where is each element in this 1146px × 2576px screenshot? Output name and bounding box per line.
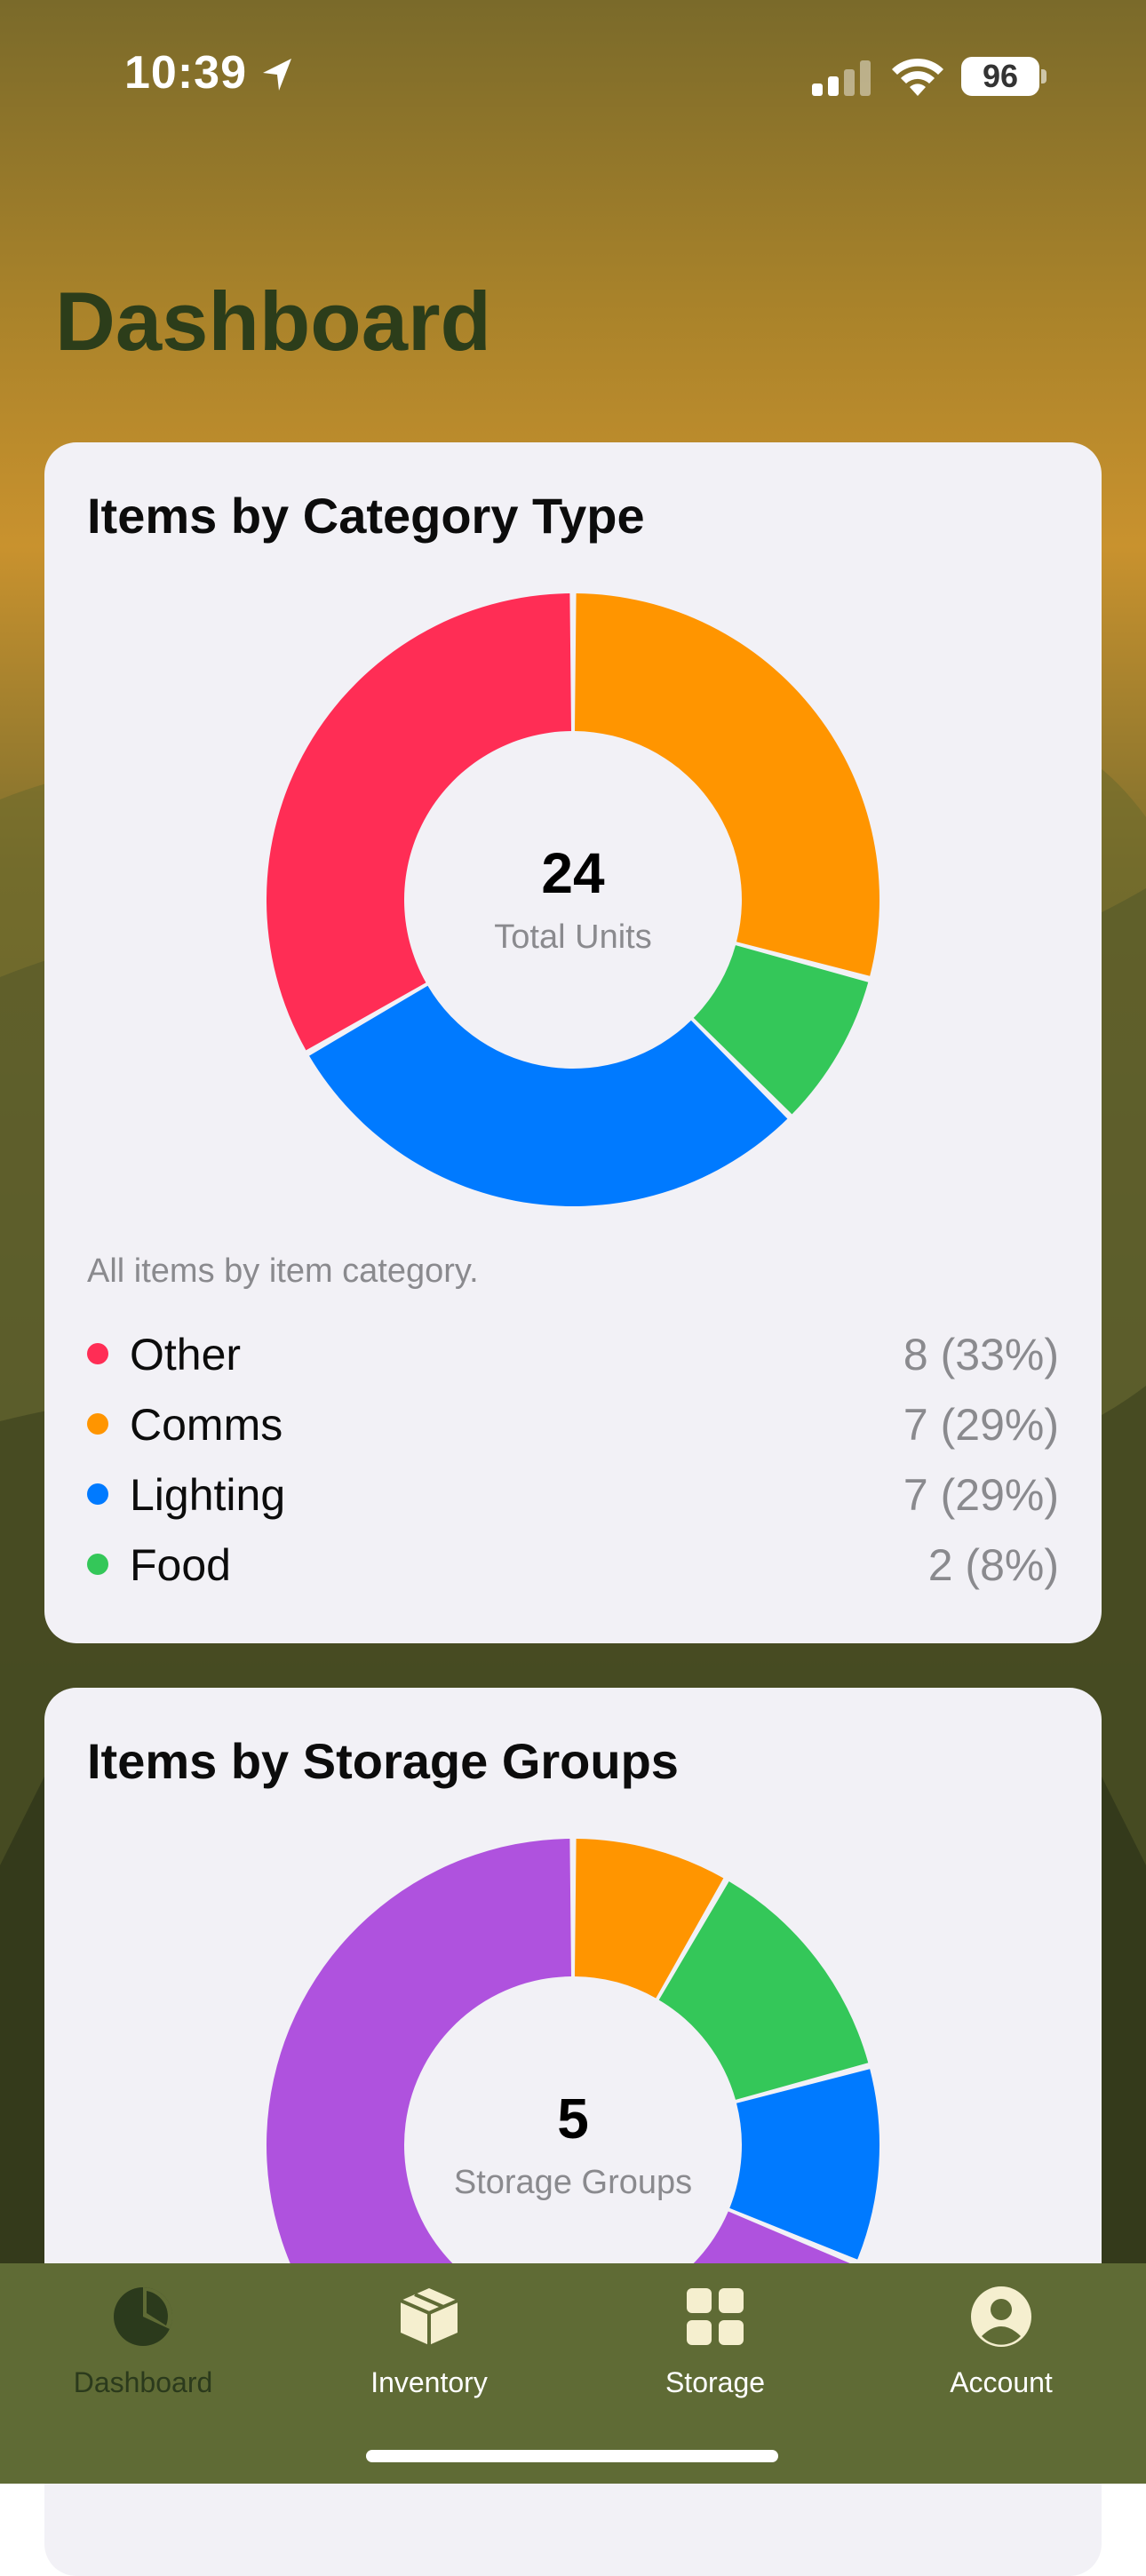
storage-groups-value: 5 <box>557 2087 589 2151</box>
tab-label: Storage <box>665 2366 766 2398</box>
legend-dot-lighting <box>87 1483 108 1505</box>
total-units-label: Total Units <box>494 918 652 956</box>
page-title: Dashboard <box>55 274 491 368</box>
tab-inventory[interactable]: Inventory <box>286 2263 572 2441</box>
home-indicator <box>366 2450 778 2462</box>
category-legend: Other 8 (33%) Comms 7 (29%) Lighting 7 (… <box>87 1322 1059 1602</box>
storage-card-title: Items by Storage Groups <box>87 1733 679 1789</box>
category-chart-card: Items by Category Type 24 Total Units Al… <box>44 442 1102 1643</box>
storage-groups-label: Storage Groups <box>453 2164 693 2201</box>
donut-slice-other <box>266 593 572 1051</box>
legend-dot-food <box>87 1554 108 1575</box>
pie-chart-icon <box>114 2286 173 2346</box>
legend-item-lighting: Lighting 7 (29%) <box>87 1462 1059 1532</box>
tab-label: Account <box>950 2366 1053 2398</box>
battery-icon: 96 <box>961 57 1039 96</box>
legend-value: 7 (29%) <box>903 1470 1059 1520</box>
total-units-value: 24 <box>541 841 605 905</box>
box-icon <box>400 2288 458 2345</box>
signal-bars-icon <box>812 60 871 96</box>
category-caption: All items by item category. <box>87 1252 479 1290</box>
tab-storage[interactable]: Storage <box>572 2263 858 2441</box>
status-time: 10:39 <box>124 47 247 99</box>
legend-label: Other <box>130 1330 242 1379</box>
person-circle-icon <box>971 2286 1031 2347</box>
battery-cap <box>1041 69 1047 83</box>
legend-value: 7 (29%) <box>903 1400 1059 1450</box>
legend-dot-other <box>87 1343 108 1364</box>
legend-label: Food <box>130 1540 231 1590</box>
category-card-title: Items by Category Type <box>87 488 645 544</box>
location-arrow-icon <box>263 59 291 91</box>
legend-dot-comms <box>87 1413 108 1435</box>
grid-icon <box>687 2288 744 2345</box>
legend-value: 8 (33%) <box>903 1330 1059 1379</box>
legend-label: Comms <box>130 1400 283 1450</box>
legend-item-other: Other 8 (33%) <box>87 1322 1059 1392</box>
legend-value: 2 (8%) <box>927 1540 1059 1590</box>
tab-label: Inventory <box>370 2366 488 2398</box>
tab-label: Dashboard <box>73 2366 213 2398</box>
legend-item-food: Food 2 (8%) <box>87 1532 1059 1602</box>
tab-dashboard[interactable]: Dashboard <box>0 2263 286 2441</box>
legend-item-comms: Comms 7 (29%) <box>87 1392 1059 1462</box>
status-bar: 10:39 96 <box>0 0 1146 151</box>
tab-account[interactable]: Account <box>858 2263 1144 2441</box>
wifi-icon <box>892 58 943 96</box>
legend-label: Lighting <box>130 1470 286 1520</box>
